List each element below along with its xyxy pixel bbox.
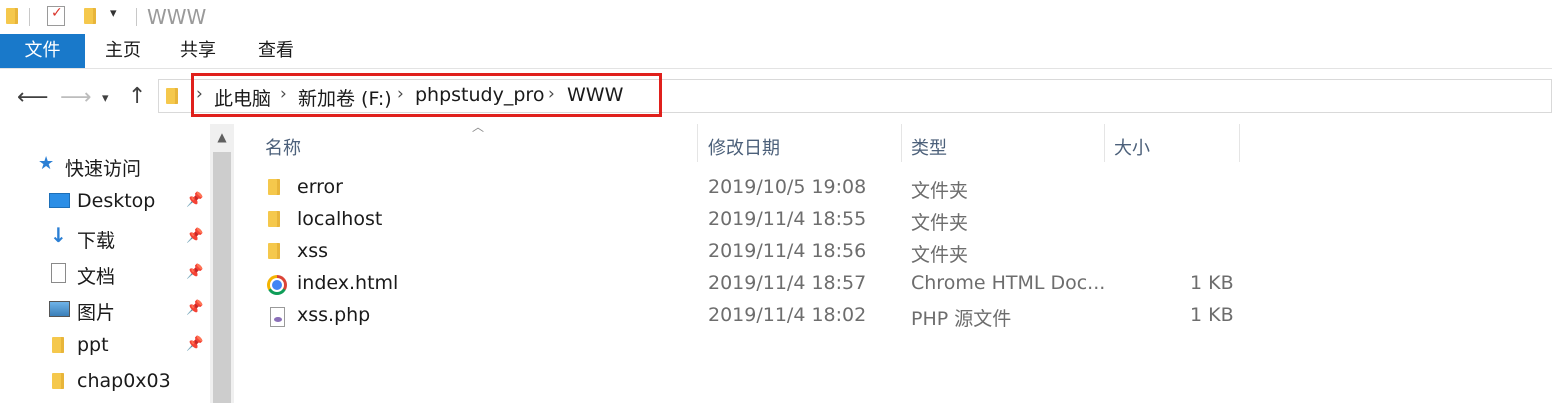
pin-icon[interactable]: 📌	[186, 336, 203, 352]
sort-ascending-icon: ︿	[472, 120, 485, 134]
file-row[interactable]: xss 2019/11/4 18:56 文件夹	[234, 236, 1552, 268]
file-type: 文件夹	[911, 244, 969, 266]
file-size: 1 KB	[1190, 272, 1234, 294]
file-type: PHP 源文件	[911, 308, 1012, 330]
folder-icon	[268, 243, 280, 259]
title-bar: ✓ ▾ WWW	[0, 0, 1552, 34]
nav-label: 文档	[77, 266, 116, 288]
nav-label: Desktop	[77, 190, 156, 212]
chrome-icon	[267, 275, 287, 295]
nav-item-desktop[interactable]: Desktop 📌	[0, 186, 210, 218]
folder-icon	[166, 88, 178, 104]
file-name: localhost	[297, 208, 383, 230]
forward-button[interactable]: ⟶	[60, 84, 92, 112]
tab-home[interactable]: 主页	[91, 34, 155, 68]
file-name: xss.php	[297, 304, 371, 326]
file-row[interactable]: index.html 2019/11/4 18:57 Chrome HTML D…	[234, 268, 1552, 300]
nav-label: 图片	[77, 302, 116, 324]
nav-label: chap0x03	[77, 370, 171, 392]
folder-icon	[52, 337, 64, 353]
file-type: Chrome HTML Doc...	[911, 272, 1106, 294]
pictures-icon	[49, 301, 70, 317]
folder-icon	[52, 373, 64, 389]
window-title: WWW	[147, 5, 207, 29]
tab-share[interactable]: 共享	[166, 34, 230, 68]
up-button[interactable]: ↑	[128, 83, 146, 111]
pin-icon[interactable]: 📌	[186, 192, 203, 208]
nav-item-pictures[interactable]: 图片 📌	[0, 294, 210, 326]
php-file-icon	[270, 307, 285, 327]
file-name: xss	[297, 240, 329, 262]
nav-pane-scrollbar[interactable]: ▲	[210, 124, 234, 403]
column-header-date-modified[interactable]: 修改日期	[708, 134, 780, 160]
file-date: 2019/10/5 19:08	[708, 176, 867, 198]
file-list: ︿ 名称 修改日期 类型 大小 error 2019/10/5 19:08 文件…	[234, 120, 1552, 403]
file-name: error	[297, 176, 343, 198]
column-divider[interactable]	[901, 124, 902, 162]
file-date: 2019/11/4 18:02	[708, 304, 867, 326]
ribbon-tabs: 文件 主页 共享 查看	[0, 34, 1552, 69]
nav-label: ppt	[77, 334, 109, 356]
column-divider[interactable]	[1104, 124, 1105, 162]
folder-icon	[6, 8, 18, 24]
nav-item-chap0x03[interactable]: chap0x03	[0, 366, 210, 398]
file-row[interactable]: localhost 2019/11/4 18:55 文件夹	[234, 204, 1552, 236]
download-arrow-icon: ↓	[50, 223, 67, 247]
toolbar-separator	[136, 8, 137, 26]
pin-icon[interactable]: 📌	[186, 228, 203, 244]
folder-icon	[268, 179, 280, 195]
customize-quick-access-dropdown-icon[interactable]: ▾	[110, 6, 117, 21]
column-divider[interactable]	[697, 124, 698, 162]
pin-icon[interactable]: 📌	[186, 264, 203, 280]
file-row[interactable]: error 2019/10/5 19:08 文件夹	[234, 172, 1552, 204]
nav-item-ppt[interactable]: ppt 📌	[0, 330, 210, 362]
properties-checkmark-icon[interactable]: ✓	[47, 5, 65, 26]
file-row[interactable]: xss.php 2019/11/4 18:02 PHP 源文件 1 KB	[234, 300, 1552, 332]
file-date: 2019/11/4 18:57	[708, 272, 867, 294]
nav-item-documents[interactable]: 文档 📌	[0, 258, 210, 290]
file-type: 文件夹	[911, 180, 969, 202]
file-date: 2019/11/4 18:56	[708, 240, 867, 262]
column-divider[interactable]	[1239, 124, 1240, 162]
file-name: index.html	[297, 272, 399, 294]
back-button[interactable]: ⟵	[17, 84, 49, 112]
recent-locations-chevron-down-icon[interactable]: ▾	[102, 85, 109, 113]
new-folder-icon[interactable]	[84, 8, 96, 24]
desktop-icon	[49, 193, 70, 208]
file-type: 文件夹	[911, 212, 969, 234]
navigation-pane: ★ 快速访问 Desktop 📌 ↓ 下载 📌 文档 📌 图片 📌 ppt 📌 …	[0, 124, 210, 403]
column-header-type[interactable]: 类型	[911, 134, 947, 160]
document-icon	[51, 263, 66, 283]
nav-label: 下载	[77, 230, 116, 252]
nav-item-quick-access[interactable]: ★ 快速访问	[0, 150, 210, 182]
column-header-name[interactable]: 名称	[265, 134, 301, 160]
toolbar-separator	[29, 8, 30, 26]
scroll-up-arrow-icon[interactable]: ▲	[210, 126, 234, 148]
tab-view[interactable]: 查看	[244, 34, 308, 68]
file-date: 2019/11/4 18:55	[708, 208, 867, 230]
scrollbar-thumb[interactable]	[213, 152, 231, 403]
annotation-highlight-box	[191, 73, 662, 117]
file-size: 1 KB	[1190, 304, 1234, 326]
pin-icon[interactable]: 📌	[186, 300, 203, 316]
folder-icon	[268, 211, 280, 227]
column-header-size[interactable]: 大小	[1114, 134, 1150, 160]
nav-label: 快速访问	[65, 158, 142, 180]
star-icon: ★	[38, 153, 55, 174]
nav-item-downloads[interactable]: ↓ 下载 📌	[0, 222, 210, 254]
tab-file[interactable]: 文件	[0, 34, 85, 68]
